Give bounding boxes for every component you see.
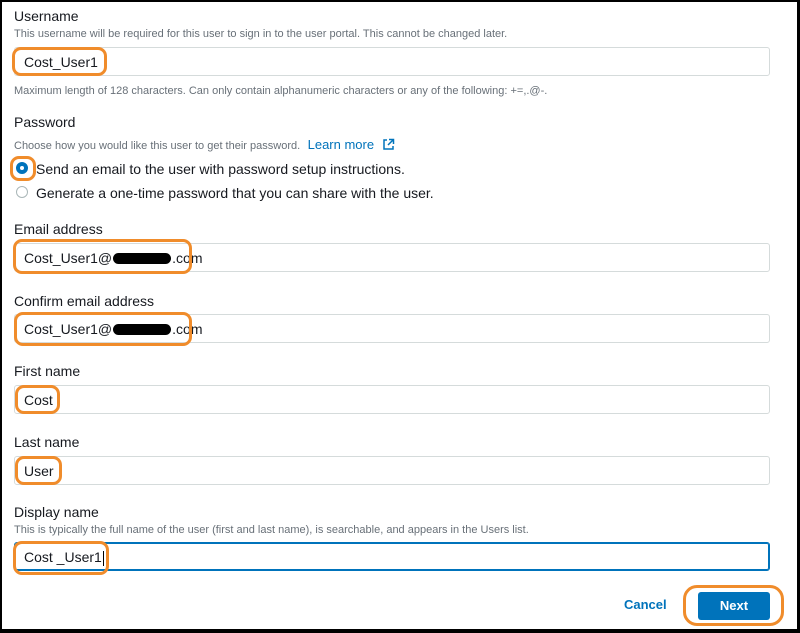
password-option-email-label: Send an email to the user with password … <box>36 161 405 177</box>
radio-email-highlight <box>10 156 36 181</box>
display-name-input[interactable]: Cost _User1 <box>14 542 770 571</box>
next-highlight <box>683 585 784 626</box>
username-description: This username will be required for this … <box>14 28 508 40</box>
create-user-form: Username This username will be required … <box>2 2 797 629</box>
username-highlight <box>12 47 107 76</box>
confirm-email-label: Confirm email address <box>14 293 155 309</box>
display-name-section: Display name This is typically the full … <box>14 504 770 537</box>
first-name-label: First name <box>14 363 81 379</box>
email-label: Email address <box>14 221 103 237</box>
last-name-label: Last name <box>14 434 80 450</box>
password-label: Password <box>14 114 76 130</box>
password-description: Choose how you would like this user to g… <box>14 140 301 152</box>
last-name-highlight <box>15 456 62 485</box>
username-section: Username This username will be required … <box>14 8 770 41</box>
display-name-highlight <box>13 541 109 575</box>
username-hint: Maximum length of 128 characters. Can on… <box>14 85 548 97</box>
display-name-description: This is typically the full name of the u… <box>14 524 529 536</box>
username-input[interactable]: Cost_User1 <box>14 47 770 76</box>
last-name-input[interactable]: User <box>14 456 770 485</box>
display-name-label: Display name <box>14 504 99 520</box>
email-highlight <box>13 239 192 274</box>
first-name-input[interactable]: Cost <box>14 385 770 414</box>
first-name-highlight <box>15 385 60 414</box>
password-option-onetime-label: Generate a one-time password that you ca… <box>36 185 434 201</box>
confirm-email-highlight <box>14 312 192 346</box>
username-label: Username <box>14 8 79 24</box>
password-description-row: Choose how you would like this user to g… <box>14 136 395 156</box>
radio-unselected-icon[interactable] <box>16 186 28 198</box>
cancel-button[interactable]: Cancel <box>624 597 667 612</box>
external-link-icon <box>382 138 395 156</box>
learn-more-link[interactable]: Learn more <box>308 137 374 152</box>
